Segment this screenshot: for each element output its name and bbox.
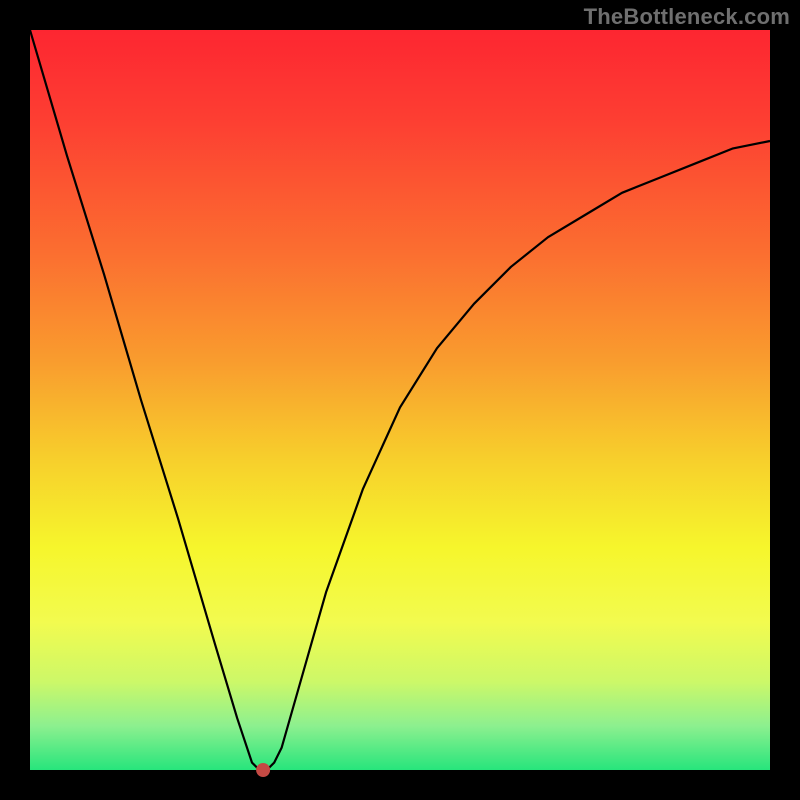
watermark-text: TheBottleneck.com bbox=[584, 4, 790, 30]
bottleneck-curve bbox=[30, 30, 770, 770]
bottleneck-curve-svg bbox=[30, 30, 770, 770]
chart-frame: TheBottleneck.com bbox=[0, 0, 800, 800]
minimum-marker-icon bbox=[256, 763, 270, 777]
